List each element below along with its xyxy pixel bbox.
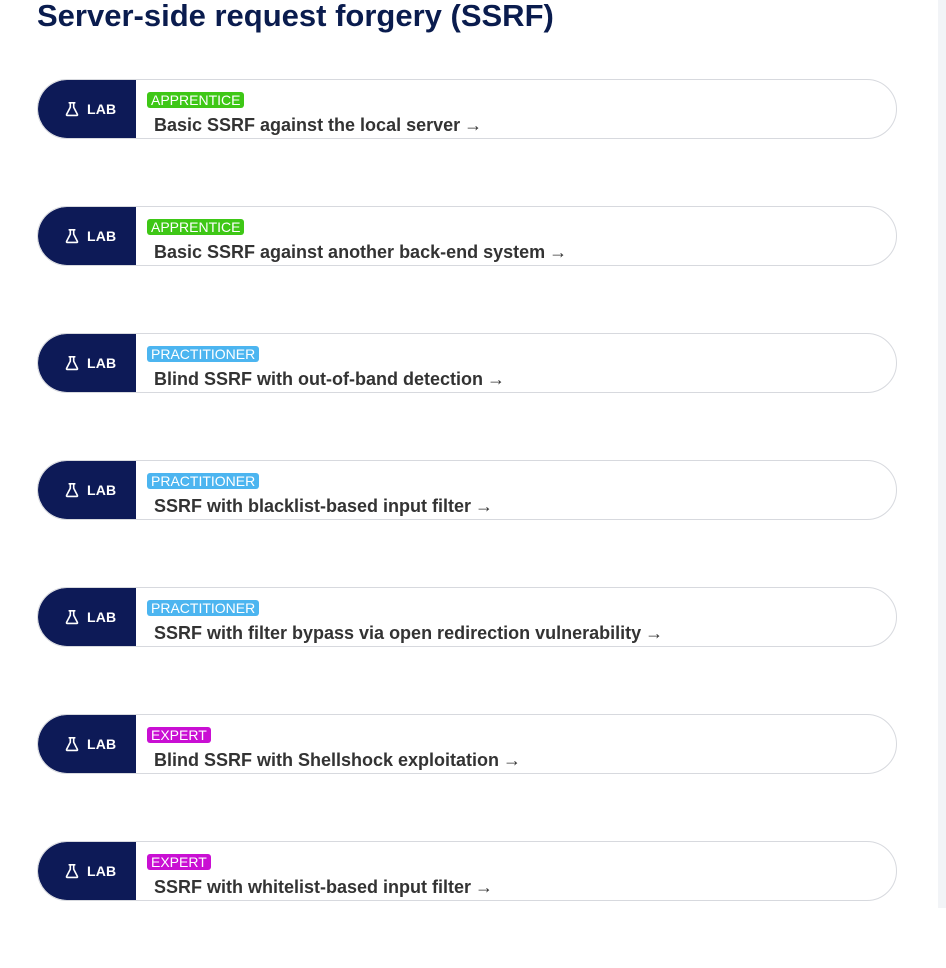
lab-link[interactable]: Basic SSRF against another back-end syst… — [154, 242, 567, 262]
lab-link-text: SSRF with whitelist-based input filter — [154, 877, 472, 897]
flask-icon — [64, 228, 80, 244]
level-badge: PRACTITIONER — [147, 473, 260, 489]
lab-card[interactable]: LAB EXPERT SSRF with whitelist-based inp… — [37, 841, 897, 901]
arrow-right-icon: → — [486, 369, 505, 389]
flask-icon — [64, 863, 80, 879]
lab-link[interactable]: SSRF with filter bypass via open redirec… — [154, 623, 663, 643]
lab-card[interactable]: LAB PRACTITIONER SSRF with filter bypass… — [37, 587, 897, 647]
level-badge: APPRENTICE — [147, 92, 245, 108]
lab-tag-label: LAB — [87, 482, 117, 498]
flask-icon — [64, 482, 80, 498]
arrow-right-icon: → — [645, 623, 664, 643]
lab-tag-label: LAB — [87, 355, 117, 371]
lab-tag-label: LAB — [87, 736, 117, 752]
level-badge: EXPERT — [147, 727, 211, 743]
flask-icon — [64, 355, 80, 371]
lab-card[interactable]: LAB PRACTITIONER Blind SSRF with out-of-… — [37, 333, 897, 393]
flask-icon — [64, 736, 80, 752]
lab-link-text: Basic SSRF against another back-end syst… — [154, 242, 546, 262]
lab-tag: LAB — [38, 588, 136, 646]
lab-card[interactable]: LAB APPRENTICE Basic SSRF against the lo… — [37, 79, 897, 139]
lab-tag-label: LAB — [87, 101, 117, 117]
page-title: Server-side request forgery (SSRF) — [37, 0, 554, 33]
lab-card[interactable]: LAB EXPERT Blind SSRF with Shellshock ex… — [37, 714, 897, 774]
flask-icon — [64, 101, 80, 117]
lab-tag: LAB — [38, 334, 136, 392]
lab-tag-label: LAB — [87, 609, 117, 625]
lab-tag: LAB — [38, 842, 136, 900]
level-badge: PRACTITIONER — [147, 346, 260, 362]
lab-card[interactable]: LAB PRACTITIONER SSRF with blacklist-bas… — [37, 460, 897, 520]
lab-link[interactable]: Blind SSRF with Shellshock exploitation → — [154, 750, 521, 770]
arrow-right-icon: → — [549, 242, 568, 262]
lab-link[interactable]: Blind SSRF with out-of-band detection → — [154, 369, 505, 389]
lab-link[interactable]: Basic SSRF against the local server → — [154, 115, 482, 135]
level-badge: APPRENTICE — [147, 219, 245, 235]
lab-link-text: Basic SSRF against the local server — [154, 115, 461, 135]
lab-card[interactable]: LAB APPRENTICE Basic SSRF against anothe… — [37, 206, 897, 266]
page-scroll-edge — [938, 0, 946, 908]
lab-link-text: SSRF with blacklist-based input filter — [154, 496, 472, 516]
lab-tag: LAB — [38, 715, 136, 773]
lab-link[interactable]: SSRF with whitelist-based input filter → — [154, 877, 493, 897]
lab-list: LAB APPRENTICE Basic SSRF against the lo… — [37, 79, 897, 968]
lab-tag-label: LAB — [87, 228, 117, 244]
lab-tag: LAB — [38, 207, 136, 265]
lab-tag-label: LAB — [87, 863, 117, 879]
lab-link-text: Blind SSRF with Shellshock exploitation — [154, 750, 500, 770]
arrow-right-icon: → — [475, 877, 494, 897]
arrow-right-icon: → — [464, 115, 483, 135]
level-badge: PRACTITIONER — [147, 600, 260, 616]
arrow-right-icon: → — [475, 496, 494, 516]
lab-link[interactable]: SSRF with blacklist-based input filter → — [154, 496, 493, 516]
lab-tag: LAB — [38, 80, 136, 138]
lab-tag: LAB — [38, 461, 136, 519]
arrow-right-icon: → — [503, 750, 522, 770]
lab-link-text: Blind SSRF with out-of-band detection — [154, 369, 483, 389]
lab-link-text: SSRF with filter bypass via open redirec… — [154, 623, 642, 643]
flask-icon — [64, 609, 80, 625]
level-badge: EXPERT — [147, 854, 211, 870]
